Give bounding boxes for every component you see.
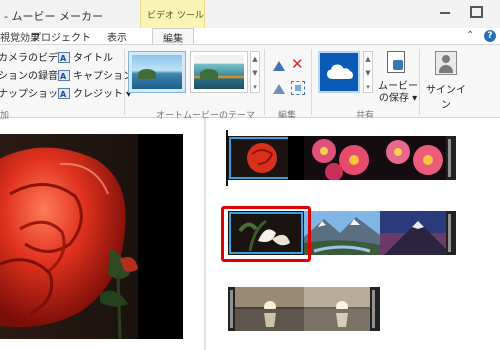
theme-thumbnail-2[interactable] (190, 51, 248, 93)
onedrive-share-button[interactable] (318, 51, 360, 93)
sign-in-button[interactable]: サインイン (422, 51, 470, 111)
storyboard-clip-flowers-1[interactable] (304, 136, 380, 180)
group-divider (311, 49, 312, 115)
sunset-clip-thumbnail (304, 287, 380, 331)
record-narration-label: ションの録音 ▾ (0, 71, 67, 82)
title-bar: - ムービー メーカー ビデオ ツール (0, 0, 500, 28)
group-divider (124, 49, 125, 115)
video-tools-context-header: ビデオ ツール (140, 0, 205, 28)
sunset-clip-thumbnail (228, 287, 304, 331)
gallery-more-icon[interactable]: ▾ (251, 80, 259, 94)
select-all-icon[interactable] (291, 81, 305, 95)
title-icon (58, 51, 70, 67)
gallery-more-icon[interactable]: ▾ (364, 80, 372, 94)
scroll-up-icon[interactable]: ▲ (251, 52, 259, 66)
record-narration-button[interactable]: ションの録音 ▾ (0, 69, 66, 85)
save-movie-button[interactable]: ムービー の保存 ▾ (376, 51, 418, 109)
tab-project[interactable]: プロジェクト (31, 29, 91, 44)
ribbon-tab-row: 視覚効果 プロジェクト 表示 編集 (0, 28, 500, 47)
storyboard-clip-flowers-2[interactable] (380, 136, 456, 180)
caption-icon (58, 69, 70, 85)
group-divider (419, 49, 420, 115)
theme-preview-image (132, 55, 182, 89)
scroll-down-icon[interactable]: ▼ (251, 66, 259, 80)
minimize-icon[interactable] (432, 0, 458, 22)
title-button[interactable]: タイトル (58, 51, 113, 67)
storyboard-clip-valley[interactable] (304, 211, 380, 255)
save-movie-label-line2: の保存 ▾ (378, 93, 418, 104)
sign-in-label: サインイン (426, 85, 466, 111)
save-movie-icon (387, 51, 405, 73)
title-label: タイトル (73, 53, 113, 64)
rotate-right-icon[interactable] (272, 82, 286, 96)
credits-label: クレジット ▾ (73, 89, 132, 100)
rotate-left-icon[interactable] (272, 59, 286, 73)
storyboard-clip-mount-fuji[interactable] (380, 211, 456, 255)
credits-button[interactable]: クレジット ▾ (58, 87, 131, 103)
user-avatar-icon (435, 51, 457, 75)
remove-icon[interactable]: ✕ (291, 57, 305, 72)
window-title: - ムービー メーカー (4, 10, 103, 23)
storyboard-clip-sunset-2[interactable] (304, 287, 380, 331)
storyboard-clip-sunset-1[interactable] (228, 287, 304, 331)
scroll-up-icon[interactable]: ▲ (364, 52, 372, 66)
collapse-ribbon-icon[interactable]: ⌃ (466, 30, 474, 41)
caption-button[interactable]: キャプション (58, 69, 133, 85)
video-preview[interactable] (0, 134, 183, 339)
credits-icon (58, 87, 70, 103)
rose-clip-thumbnail (228, 136, 304, 180)
flowers-clip-thumbnail (304, 136, 380, 180)
flowers-clip-thumbnail (380, 136, 456, 180)
theme-thumbnail-1[interactable] (128, 51, 186, 93)
maximize-icon[interactable] (462, 0, 488, 22)
theme-preview-image (194, 55, 244, 89)
theme-gallery-scroll[interactable]: ▲ ▼ ▾ (250, 51, 260, 93)
ribbon: カメラのビデオ ションの録音 ▾ ナップショット タイトル キャプション クレジ… (0, 44, 500, 121)
cloud-icon (327, 64, 353, 79)
valley-clip-thumbnail (304, 211, 380, 255)
mountain-clip-thumbnail (380, 211, 456, 255)
rose-preview-image (0, 134, 183, 339)
selected-clip-highlight (221, 206, 311, 262)
help-icon[interactable]: ? (484, 30, 496, 42)
scroll-down-icon[interactable]: ▼ (364, 66, 372, 80)
storyboard-clip-rose[interactable] (228, 136, 304, 180)
video-tools-label: ビデオ ツール (147, 11, 204, 21)
tab-view[interactable]: 表示 (107, 29, 127, 44)
add-group-label: 加 (0, 111, 10, 121)
playhead[interactable] (226, 130, 228, 186)
share-gallery-scroll[interactable]: ▲ ▼ ▾ (363, 51, 373, 93)
group-divider (264, 49, 265, 115)
